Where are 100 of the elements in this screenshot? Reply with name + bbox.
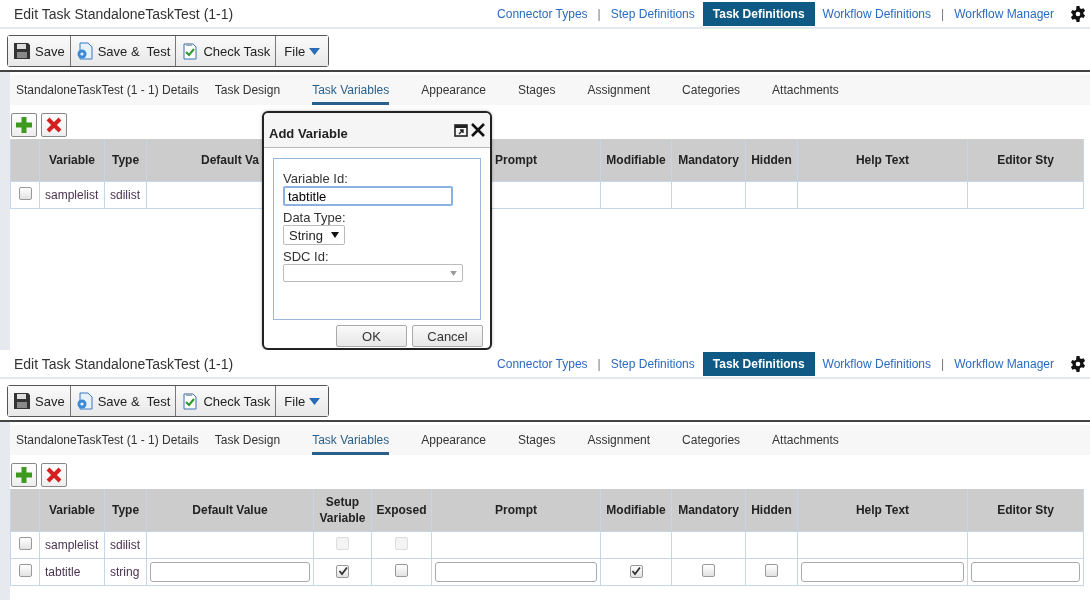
nav-link[interactable]: Workflow Definitions xyxy=(814,1,940,26)
nav-link[interactable]: Task Definitions xyxy=(702,1,815,26)
dropdown[interactable] xyxy=(283,264,463,282)
toolbar-button[interactable]: Check Task xyxy=(176,386,277,416)
checkbox[interactable] xyxy=(18,187,32,200)
column-header: Modifiable xyxy=(600,139,672,182)
checkbox[interactable] xyxy=(765,564,778,577)
close-icon xyxy=(46,467,62,483)
tab[interactable]: Task Variables xyxy=(312,425,390,455)
close-icon xyxy=(46,117,62,133)
nav-link[interactable]: Step Definitions xyxy=(602,1,703,26)
plus-icon xyxy=(16,117,32,133)
settings-icon[interactable] xyxy=(1070,355,1086,372)
tab[interactable]: Attachments xyxy=(772,425,855,455)
nav-link[interactable]: Step Definitions xyxy=(602,351,703,376)
nav-link[interactable]: Workflow Manager xyxy=(946,351,1062,376)
column-header: Prompt xyxy=(431,489,601,532)
tab[interactable]: Task Variables xyxy=(312,75,390,105)
document-gear-icon xyxy=(75,42,94,60)
caret-icon xyxy=(330,232,339,238)
nav-link[interactable]: Connector Types xyxy=(489,351,596,376)
toolbar-button[interactable]: Save & Test xyxy=(70,386,177,416)
page-title: Edit Task StandaloneTaskTest (1-1) xyxy=(14,5,235,22)
tab[interactable]: Stages xyxy=(518,75,572,105)
text-field[interactable] xyxy=(801,562,964,582)
column-header: Mandatory xyxy=(671,139,746,182)
column-header: Variable xyxy=(39,139,105,182)
nav-link[interactable]: Workflow Definitions xyxy=(814,351,940,376)
toolbar-button[interactable]: Save xyxy=(8,36,71,66)
column-header: Editor Sty xyxy=(967,139,1084,182)
tab[interactable]: Appearance xyxy=(421,425,502,455)
tab[interactable]: Task Design xyxy=(214,75,297,105)
document-check-icon xyxy=(181,392,200,410)
toolbar-button[interactable]: File xyxy=(276,386,329,416)
column-header: Type xyxy=(104,489,147,532)
caret-icon xyxy=(309,47,321,55)
checkbox[interactable] xyxy=(18,537,32,550)
column-header: Exposed xyxy=(371,489,432,532)
column-header: Hidden xyxy=(745,489,798,532)
column-header: Mandatory xyxy=(671,489,746,532)
separator: | xyxy=(940,6,946,21)
tab[interactable]: Appearance xyxy=(421,75,502,105)
tab[interactable]: Attachments xyxy=(772,75,855,105)
table-cell: string xyxy=(104,558,147,586)
tab[interactable]: Stages xyxy=(518,425,572,455)
table-cell: samplelist xyxy=(39,531,105,559)
dialog-title: Add Variable xyxy=(269,124,349,141)
column-header: Editor Sty xyxy=(967,489,1084,532)
settings-icon[interactable] xyxy=(1070,5,1086,22)
nav-link[interactable]: Task Definitions xyxy=(702,351,815,376)
field-label: Data Type: xyxy=(283,210,347,225)
column-header: Setup Variable xyxy=(313,489,372,532)
add-button[interactable] xyxy=(11,463,37,487)
tab[interactable]: StandaloneTaskTest (1 - 1) Details xyxy=(16,75,199,105)
column-header: Default Value xyxy=(146,489,314,532)
tab[interactable]: Assignment xyxy=(587,75,667,105)
close-icon[interactable] xyxy=(470,122,486,138)
text-field[interactable] xyxy=(435,562,597,582)
floppy-icon xyxy=(13,392,31,410)
column-header: Hidden xyxy=(745,139,798,182)
tab[interactable]: Task Design xyxy=(214,425,297,455)
table-cell: samplelist xyxy=(39,181,105,209)
toolbar-button[interactable]: Check Task xyxy=(176,36,277,66)
nav-link[interactable]: Workflow Manager xyxy=(946,1,1062,26)
dialog-button[interactable]: OK xyxy=(336,325,407,347)
dropdown[interactable]: String xyxy=(283,225,345,245)
checkbox[interactable] xyxy=(395,564,408,577)
tab[interactable]: StandaloneTaskTest (1 - 1) Details xyxy=(16,425,199,455)
table-cell: sdilist xyxy=(104,181,147,209)
field-label: SDC Id: xyxy=(283,249,330,264)
checkbox[interactable] xyxy=(629,564,643,578)
checkbox[interactable] xyxy=(18,564,32,577)
toolbar-button[interactable]: Save & Test xyxy=(70,36,177,66)
separator: | xyxy=(596,356,602,371)
checkbox[interactable] xyxy=(336,564,349,578)
checkbox[interactable] xyxy=(702,564,715,577)
text-field[interactable] xyxy=(971,562,1080,582)
add-button[interactable] xyxy=(11,113,37,137)
column-header: Variable xyxy=(39,489,105,532)
toolbar-button[interactable]: File xyxy=(276,36,329,66)
variable-id-field[interactable]: tabtitle xyxy=(283,186,453,206)
tab[interactable]: Assignment xyxy=(587,425,667,455)
nav-link[interactable]: Connector Types xyxy=(489,1,596,26)
column-header: Modifiable xyxy=(600,489,672,532)
tab[interactable]: Categories xyxy=(682,75,757,105)
restore-icon[interactable] xyxy=(454,123,468,137)
text-field[interactable] xyxy=(150,562,310,582)
column-header: Help Text xyxy=(797,489,968,532)
floppy-icon xyxy=(13,42,31,60)
delete-button[interactable] xyxy=(41,463,67,487)
toolbar-button[interactable]: Save xyxy=(8,386,71,416)
document-check-icon xyxy=(181,42,200,60)
dialog-button[interactable]: Cancel xyxy=(412,325,483,347)
caret-icon xyxy=(309,397,321,405)
table-cell: tabtitle xyxy=(39,558,105,586)
table-cell: sdilist xyxy=(104,531,147,559)
delete-button[interactable] xyxy=(41,113,67,137)
plus-icon xyxy=(16,467,32,483)
tab[interactable]: Categories xyxy=(682,425,757,455)
separator: | xyxy=(596,6,602,21)
